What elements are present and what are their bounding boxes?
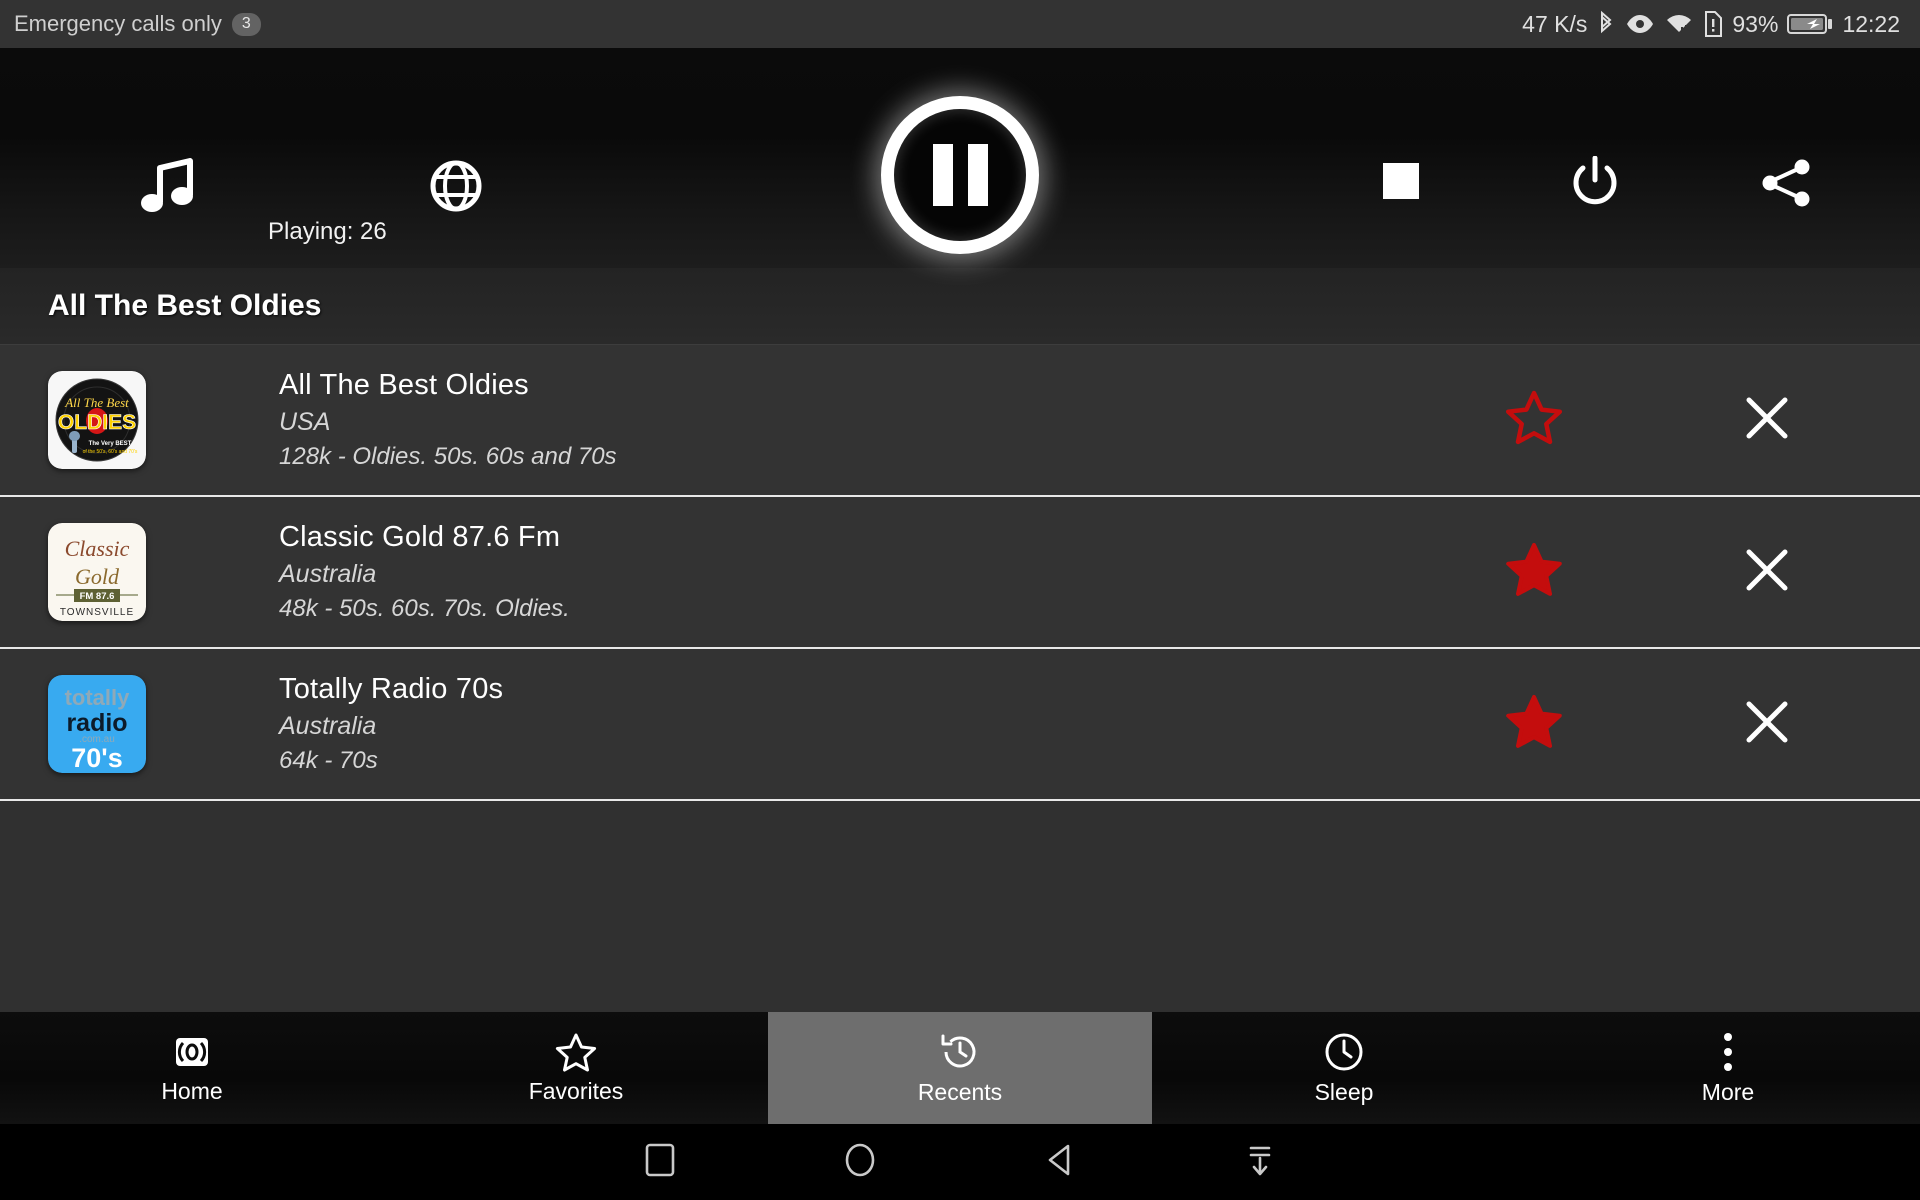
tab-label: Sleep xyxy=(1314,1078,1374,1105)
table-row[interactable]: Classic Gold FM 87.6 TOWNSVILLE Classic … xyxy=(0,497,1920,649)
svg-text:OLDIES: OLDIES xyxy=(58,411,136,434)
station-country: Australia xyxy=(279,712,377,740)
sim-alert-icon xyxy=(1703,11,1723,37)
pause-icon xyxy=(932,144,953,206)
nav-back-button[interactable] xyxy=(960,1141,1160,1184)
notification-count-badge: 3 xyxy=(231,12,261,36)
svg-text:FM 87.6: FM 87.6 xyxy=(80,591,115,602)
station-country: Australia xyxy=(279,560,377,588)
wifi-icon xyxy=(1664,12,1694,36)
row-text-block: Totally Radio 70s Australia 64k - 70s xyxy=(279,673,503,775)
android-nav-bar xyxy=(0,1124,1920,1200)
circle-icon xyxy=(841,1141,879,1184)
svg-text:TOWNSVILLE: TOWNSVILLE xyxy=(60,607,134,618)
close-icon[interactable] xyxy=(1744,395,1790,446)
history-icon xyxy=(939,1031,981,1073)
favorite-star-filled-icon[interactable] xyxy=(1504,541,1564,604)
svg-text:Gold: Gold xyxy=(75,564,120,589)
row-text-block: All The Best Oldies USA 128k - Oldies. 5… xyxy=(279,369,617,471)
status-bar: Emergency calls only 3 47 K/s 93% 12:22 xyxy=(0,0,1920,48)
favorite-star-outline-icon[interactable] xyxy=(1504,389,1564,452)
svg-text:70's: 70's xyxy=(71,743,122,773)
hide-navbar-icon xyxy=(1242,1141,1278,1184)
tab-favorites[interactable]: Favorites xyxy=(384,1012,768,1124)
bottom-tab-bar: Home Favorites Recents Sleep More xyxy=(0,1012,1920,1124)
tab-label: Home xyxy=(161,1077,223,1104)
svg-text:totally: totally xyxy=(65,685,131,710)
totally-radio-70s-logo: totally radio .com.au 70's xyxy=(48,675,146,773)
station-country: USA xyxy=(279,408,331,436)
square-icon xyxy=(643,1141,677,1184)
station-list: All The Best OLDIES The Very BEST of the… xyxy=(0,345,1920,801)
battery-percent-label: 93% xyxy=(1732,10,1779,37)
station-name: All The Best Oldies xyxy=(279,369,529,401)
row-text-block: Classic Gold 87.6 Fm Australia 48k - 50s… xyxy=(279,521,570,623)
radio-broadcast-icon xyxy=(172,1032,212,1072)
status-bar-left: Emergency calls only 3 xyxy=(14,11,261,37)
battery-charging-icon xyxy=(1787,12,1833,36)
share-icon[interactable] xyxy=(1760,158,1812,213)
nav-recents-button[interactable] xyxy=(560,1141,760,1184)
close-icon[interactable] xyxy=(1744,547,1790,598)
page-title: All The Best Oldies xyxy=(48,289,322,322)
close-icon[interactable] xyxy=(1744,699,1790,750)
tab-home[interactable]: Home xyxy=(0,1012,384,1124)
svg-text:Classic: Classic xyxy=(65,536,130,561)
playing-count-label: Playing: 26 xyxy=(268,218,387,245)
star-outline-icon xyxy=(555,1032,597,1072)
tab-more[interactable]: More xyxy=(1536,1012,1920,1124)
overflow-menu-icon xyxy=(1720,1031,1736,1073)
svg-text:All The Best: All The Best xyxy=(64,395,129,410)
svg-text:The Very BEST: The Very BEST xyxy=(89,441,132,447)
svg-text:of the 50's, 60's and 70's: of the 50's, 60's and 70's xyxy=(83,449,138,455)
tab-sleep[interactable]: Sleep xyxy=(1152,1012,1536,1124)
player-toolbar: Playing: 26 xyxy=(0,48,1920,268)
table-row[interactable]: All The Best OLDIES The Very BEST of the… xyxy=(0,345,1920,801)
app-root: Emergency calls only 3 47 K/s 93% 12:22 … xyxy=(0,0,1920,1200)
station-description: 48k - 50s. 60s. 70s. Oldies. xyxy=(279,595,570,622)
nav-hide-button[interactable] xyxy=(1160,1141,1360,1184)
tab-label: Recents xyxy=(917,1078,1003,1105)
clock-icon xyxy=(1323,1031,1365,1073)
nav-home-button[interactable] xyxy=(760,1141,960,1184)
eye-icon xyxy=(1625,12,1655,36)
favorite-star-filled-icon[interactable] xyxy=(1504,693,1564,756)
pause-button[interactable] xyxy=(881,96,1039,254)
tab-label: Favorites xyxy=(528,1077,624,1104)
music-note-icon[interactable] xyxy=(140,158,196,221)
section-header: All The Best Oldies xyxy=(0,268,1920,345)
tab-recents[interactable]: Recents xyxy=(768,1012,1152,1124)
triangle-back-icon xyxy=(1042,1141,1078,1184)
all-the-best-oldies-logo: All The Best OLDIES The Very BEST of the… xyxy=(48,371,146,469)
classic-gold-logo: Classic Gold FM 87.6 TOWNSVILLE xyxy=(48,523,146,621)
stop-icon[interactable] xyxy=(1380,160,1422,207)
power-icon[interactable] xyxy=(1570,155,1620,213)
station-description: 64k - 70s xyxy=(279,747,378,774)
tab-label: More xyxy=(1701,1078,1755,1105)
station-description: 128k - Oldies. 50s. 60s and 70s xyxy=(279,443,617,470)
carrier-label: Emergency calls only xyxy=(14,11,222,36)
globe-icon[interactable] xyxy=(430,160,482,217)
bluetooth-icon xyxy=(1596,10,1616,38)
table-row[interactable]: totally radio .com.au 70's Totally Radio… xyxy=(0,649,1920,801)
status-bar-right: 47 K/s 93% 12:22 xyxy=(1522,10,1900,38)
network-speed-label: 47 K/s xyxy=(1522,10,1588,37)
clock-label: 12:22 xyxy=(1842,10,1900,37)
station-name: Classic Gold 87.6 Fm xyxy=(279,521,561,553)
pause-icon-bar2 xyxy=(967,144,988,206)
station-name: Totally Radio 70s xyxy=(279,673,504,705)
svg-text:radio: radio xyxy=(66,709,127,737)
